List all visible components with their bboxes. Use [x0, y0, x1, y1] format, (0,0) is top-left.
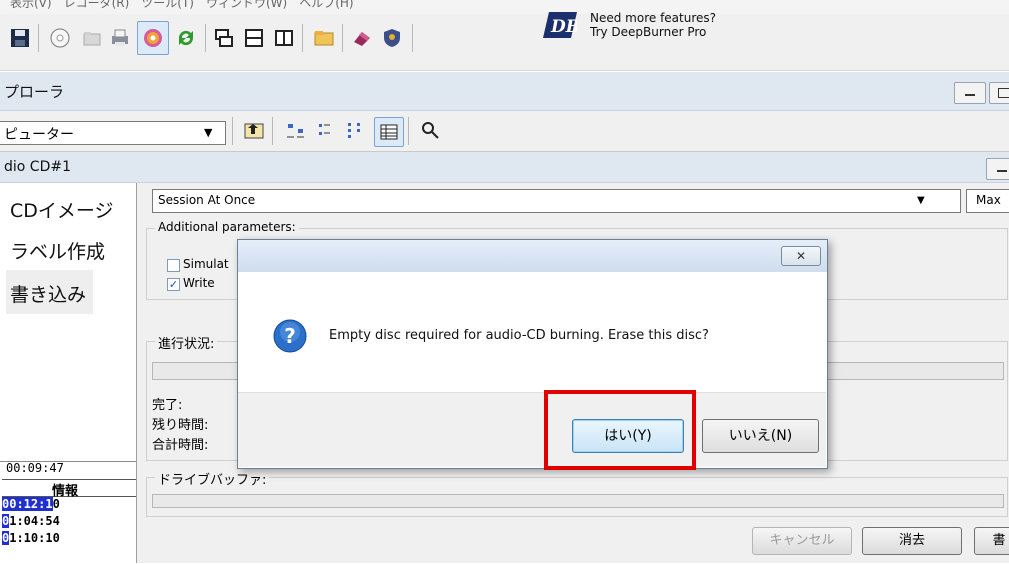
erase-icon[interactable]	[350, 26, 374, 50]
tile-vertical-icon[interactable]	[272, 26, 296, 50]
maximize-icon	[998, 88, 1009, 98]
chevron-down-icon[interactable]: ▼	[917, 195, 925, 206]
cancel-button[interactable]: キャンセル	[752, 527, 852, 555]
explorer-titlebar	[0, 72, 1009, 111]
minimize-icon	[997, 170, 1007, 172]
promo-text[interactable]: Need more features? Try DeepBurner Pro	[590, 11, 716, 39]
print-icon[interactable]	[108, 26, 132, 50]
dialog-message: Empty disc required for audio-CD burning…	[329, 328, 709, 343]
simulate-label: Simulat	[183, 257, 229, 271]
disc-icon[interactable]	[48, 26, 72, 50]
toolbar-separator	[38, 24, 39, 52]
nav-item-label-maker[interactable]: ラベル作成	[10, 237, 105, 264]
buffer-label: ドライブバッファ:	[155, 469, 270, 488]
remaining-label: 残り時間:	[152, 418, 209, 433]
info-row-highlight: 00:12:1	[2, 497, 53, 511]
project-title: dio CD#1	[4, 159, 71, 175]
open-folder-icon[interactable]	[312, 26, 336, 50]
toolbar-separator	[302, 24, 303, 52]
folder-icon[interactable]	[80, 26, 104, 50]
minimize-icon	[965, 94, 975, 96]
small-icons-view-icon[interactable]	[314, 118, 338, 142]
explorer-title: プローラ	[4, 83, 65, 101]
nav-item-cd-image[interactable]: CDイメージ	[10, 196, 114, 223]
details-view-icon	[380, 124, 398, 140]
tile-horizontal-icon[interactable]	[242, 26, 266, 50]
folder-up-icon[interactable]	[242, 118, 266, 142]
svg-text:?: ?	[284, 324, 296, 348]
burn-button[interactable]	[137, 21, 169, 55]
dialog-titlebar	[238, 240, 827, 272]
info-row-rest: 1:04:54	[9, 514, 60, 528]
menu-bar-partial: 表示(V) レコーダ(R) ツール(T) ウィンドウ(W) ヘルプ(H)	[10, 0, 354, 10]
question-icon: ?	[273, 319, 307, 353]
chevron-down-icon[interactable]: ▼	[204, 126, 212, 139]
toolbar-separator	[342, 24, 343, 52]
write-button[interactable]: 書	[974, 527, 1009, 555]
toolbar-separator	[205, 24, 206, 52]
info-row: 01:04:54	[2, 514, 60, 528]
info-row-rest: 0	[52, 497, 60, 511]
large-icons-view-icon[interactable]	[284, 118, 308, 142]
explorer-maximize-button[interactable]	[989, 82, 1009, 104]
write-checkbox[interactable]: ✓	[167, 278, 180, 291]
toolbar-separator	[408, 117, 409, 145]
elapsed-time: 00:09:47	[6, 461, 64, 475]
list-view-icon[interactable]	[344, 118, 368, 142]
logo-text: DB	[550, 17, 577, 37]
explorer-minimize-button[interactable]	[954, 82, 986, 104]
location-value: ピューター	[4, 127, 74, 143]
refresh-icon[interactable]	[174, 26, 198, 50]
cascade-icon[interactable]	[212, 26, 236, 50]
menu-bar: 表示(V) レコーダ(R) ツール(T) ウィンドウ(W) ヘルプ(H)	[0, 0, 1009, 14]
toolbar-separator	[412, 24, 413, 52]
project-titlebar	[0, 152, 1009, 183]
info-row: 00:12:10	[2, 497, 60, 511]
save-icon[interactable]	[8, 26, 32, 50]
write-mode-dropdown[interactable]	[152, 189, 961, 213]
close-icon: ✕	[795, 249, 807, 263]
burn-icon	[144, 29, 162, 47]
speed-value: Max	[976, 193, 1001, 207]
total-label: 合計時間:	[152, 438, 209, 453]
info-panel	[0, 461, 136, 564]
progress-label: 進行状況:	[155, 333, 218, 352]
toolbar	[0, 14, 1009, 71]
promo-line-2: Try DeepBurner Pro	[590, 25, 707, 39]
search-icon[interactable]	[418, 118, 442, 142]
erase-button[interactable]: 消去	[862, 527, 962, 555]
deepburner-logo[interactable]: DB	[543, 10, 577, 40]
write-label: Write	[183, 276, 215, 290]
promo-line-1: Need more features?	[590, 11, 717, 25]
project-minimize-button[interactable]	[986, 158, 1009, 180]
write-mode-value: Session At Once	[158, 193, 256, 207]
shield-icon[interactable]	[380, 26, 404, 50]
info-row-rest: 1:10:10	[9, 531, 60, 545]
toolbar-separator	[272, 117, 273, 145]
annotation-highlight-box	[544, 390, 696, 470]
simulate-checkbox[interactable]	[167, 259, 180, 272]
details-view-button[interactable]	[374, 117, 404, 147]
info-row: 01:10:10	[2, 531, 60, 545]
dialog-close-button[interactable]: ✕	[781, 246, 821, 266]
nav-item-burn[interactable]: 書き込み	[10, 280, 86, 307]
buffer-bar	[152, 494, 1004, 508]
additional-params-label: Additional parameters:	[155, 220, 299, 234]
done-label: 完了:	[152, 398, 183, 413]
toolbar-separator	[232, 117, 233, 145]
no-button[interactable]: いいえ(N)	[702, 419, 819, 453]
